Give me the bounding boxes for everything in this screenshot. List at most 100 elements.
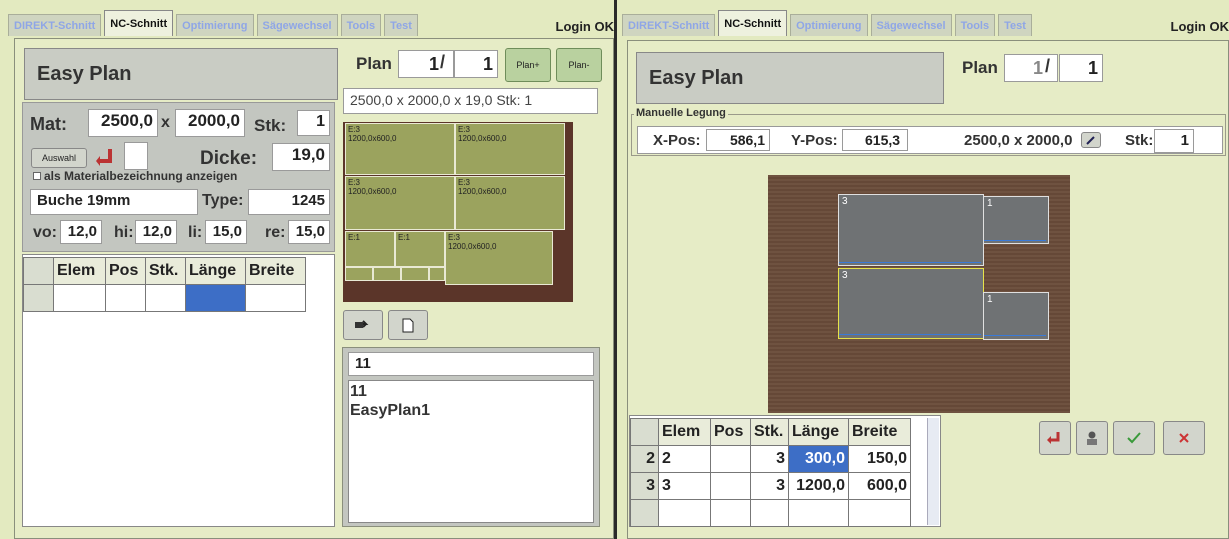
cell-breite[interactable]: 150,0 (848, 445, 911, 473)
table-cell[interactable] (658, 499, 711, 527)
preview-part[interactable]: E:3 1200,0x600,0 (345, 176, 455, 230)
col-laenge[interactable]: Länge (788, 418, 849, 446)
col-pos[interactable]: Pos (710, 418, 751, 446)
cancel-x-icon[interactable] (1163, 421, 1205, 455)
confirm-check-icon[interactable] (1113, 421, 1155, 455)
type-input[interactable]: 1245 (248, 189, 330, 215)
cell-pos[interactable] (710, 472, 751, 500)
tab-saegewechsel[interactable]: Sägewechsel (256, 14, 338, 36)
stk-input[interactable]: 1 (1154, 129, 1194, 153)
plan-total-input[interactable]: 1 (1059, 54, 1103, 82)
placed-part[interactable]: 3 (838, 194, 984, 266)
table-cell[interactable] (788, 499, 849, 527)
table-cell[interactable] (53, 284, 106, 312)
tab-tools[interactable]: Tools (340, 14, 382, 36)
cell-pos[interactable] (710, 445, 751, 473)
table-cell[interactable] (750, 499, 789, 527)
table-cell[interactable] (105, 284, 146, 312)
tab-direkt-schnitt[interactable]: DIREKT-Schnitt (8, 14, 102, 36)
table-cell[interactable] (245, 284, 306, 312)
tab-nc-schnitt[interactable]: NC-Schnitt (104, 10, 174, 36)
element-table[interactable]: Elem Pos Stk. Länge Breite 2 2 3 300,0 1… (630, 418, 911, 527)
return-icon[interactable] (95, 145, 117, 169)
table-row[interactable]: 2 2 3 300,0 150,0 (630, 445, 911, 473)
element-table[interactable]: Elem Pos Stk. Länge Breite (23, 257, 306, 312)
preview-part[interactable]: E:3 1200,0x600,0 (455, 176, 565, 230)
tab-direkt-schnitt[interactable]: DIREKT-Schnitt (622, 14, 716, 36)
tab-test[interactable]: Test (998, 14, 1032, 36)
cell-stk[interactable]: 3 (750, 472, 789, 500)
col-elem[interactable]: Elem (53, 257, 106, 285)
col-breite[interactable]: Breite (245, 257, 306, 285)
cell-breite[interactable]: 600,0 (848, 472, 911, 500)
preview-part[interactable]: E:3 1200,0x600,0 (445, 231, 553, 285)
auswahl-button[interactable]: Auswahl (31, 148, 87, 168)
plan-list-item[interactable]: 11 (350, 383, 367, 401)
return-icon[interactable] (1039, 421, 1071, 455)
cell-elem[interactable]: 3 (658, 472, 711, 500)
vo-input[interactable]: 12,0 (60, 220, 102, 244)
col-pos[interactable]: Pos (105, 257, 146, 285)
plan-separator: / (440, 52, 446, 72)
plan-next-button[interactable]: Plan+ (505, 48, 551, 82)
placed-part[interactable]: 1 (983, 196, 1049, 244)
stk-input[interactable]: 1 (297, 110, 330, 136)
mat-x-separator: x (161, 114, 170, 131)
placed-part-selected[interactable]: 3 (838, 268, 984, 339)
preview-strip (345, 267, 373, 281)
table-cell[interactable] (848, 499, 911, 527)
table-row[interactable] (23, 284, 306, 312)
worker-icon[interactable] (1076, 421, 1108, 455)
right-panel: DIREKT-Schnitt NC-Schnitt Optimierung Sä… (617, 0, 1229, 539)
cell-laenge-selected[interactable]: 300,0 (788, 445, 849, 473)
plan-list-item[interactable]: EasyPlan1 (350, 402, 430, 420)
plan-current-input[interactable]: 1 (398, 50, 454, 78)
stk-label: Stk: (254, 116, 287, 135)
table-cell[interactable] (145, 284, 186, 312)
tab-nc-schnitt[interactable]: NC-Schnitt (718, 10, 788, 36)
tab-bar: DIREKT-Schnitt NC-Schnitt Optimierung Sä… (8, 10, 614, 36)
hi-input[interactable]: 12,0 (135, 220, 177, 244)
preview-part[interactable]: E:3 1200,0x600,0 (345, 123, 455, 175)
re-input[interactable]: 15,0 (288, 220, 330, 244)
material-name-input[interactable]: Buche 19mm (30, 189, 198, 215)
preview-part[interactable]: E:1 (345, 231, 395, 267)
preview-part[interactable]: E:1 (395, 231, 445, 267)
mat-width-input[interactable]: 2000,0 (175, 109, 245, 137)
col-elem[interactable]: Elem (658, 418, 711, 446)
col-stk[interactable]: Stk. (145, 257, 186, 285)
tab-test[interactable]: Test (384, 14, 418, 36)
plan-prev-button[interactable]: Plan- (556, 48, 602, 82)
cell-stk[interactable]: 3 (750, 445, 789, 473)
cell-laenge[interactable]: 1200,0 (788, 472, 849, 500)
table-cell-selected[interactable] (185, 284, 246, 312)
xpos-input[interactable]: 586,1 (706, 129, 770, 151)
plan-name-input[interactable]: 11 (348, 352, 594, 376)
tab-optimierung[interactable]: Optimierung (790, 14, 868, 36)
col-laenge[interactable]: Länge (185, 257, 246, 285)
color-field[interactable] (124, 142, 148, 170)
mat-length-input[interactable]: 2500,0 (88, 109, 158, 137)
dicke-input[interactable]: 19,0 (272, 143, 330, 171)
plan-total-input[interactable]: 1 (454, 50, 498, 78)
table-row[interactable] (630, 499, 911, 527)
li-input[interactable]: 15,0 (205, 220, 247, 244)
edit-icon[interactable] (1081, 132, 1101, 148)
material-name-checkbox[interactable] (33, 172, 41, 180)
new-document-icon[interactable] (388, 310, 428, 340)
hand-icon[interactable] (343, 310, 383, 340)
ypos-input[interactable]: 615,3 (842, 129, 908, 151)
col-breite[interactable]: Breite (848, 418, 911, 446)
cell-elem[interactable]: 2 (658, 445, 711, 473)
table-row[interactable]: 3 3 3 1200,0 600,0 (630, 472, 911, 500)
tab-saegewechsel[interactable]: Sägewechsel (870, 14, 952, 36)
ypos-label: Y-Pos: (791, 132, 838, 149)
table-scrollbar[interactable] (927, 418, 939, 525)
tab-optimierung[interactable]: Optimierung (176, 14, 254, 36)
table-cell[interactable] (710, 499, 751, 527)
row-index: 3 (630, 472, 659, 500)
preview-part[interactable]: E:3 1200,0x600,0 (455, 123, 565, 175)
tab-tools[interactable]: Tools (954, 14, 996, 36)
col-stk[interactable]: Stk. (750, 418, 789, 446)
placed-part[interactable]: 1 (983, 292, 1049, 340)
